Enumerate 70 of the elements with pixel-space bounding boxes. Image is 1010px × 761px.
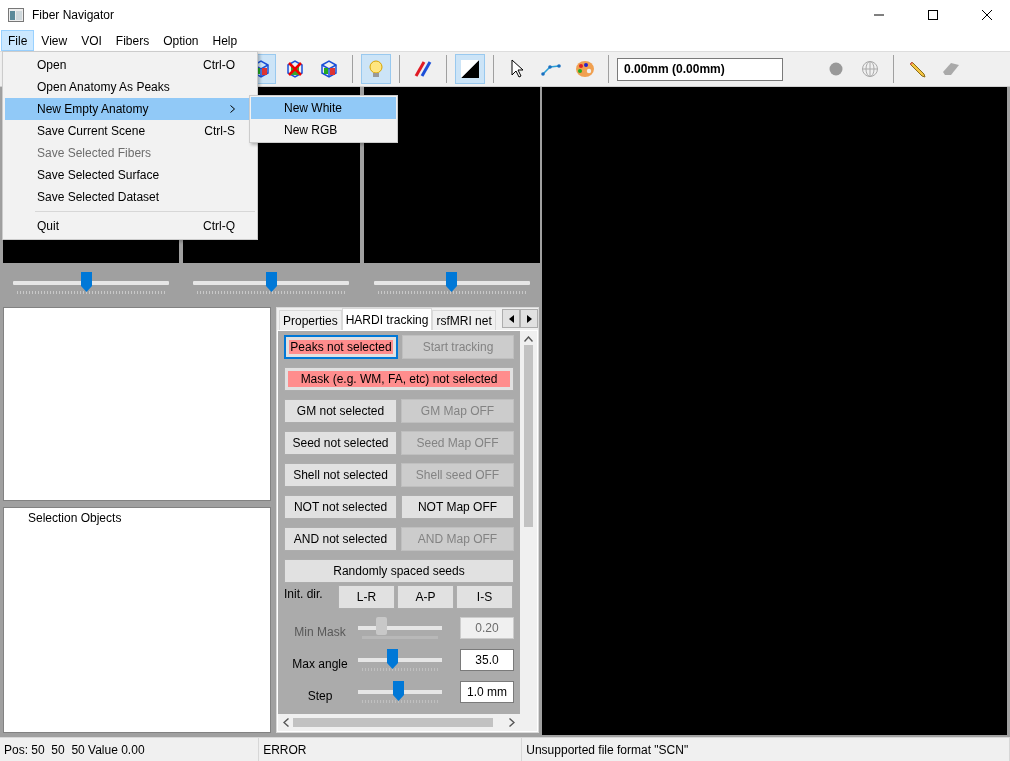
status-text: ERROR	[259, 738, 523, 761]
menu-item[interactable]: VOI	[74, 30, 109, 51]
menu-entry[interactable]: Open Ctrl-O	[5, 54, 255, 76]
cursor-icon	[510, 59, 524, 79]
init-dir-label: Init. dir.	[284, 586, 324, 603]
value-field[interactable]: 35.0	[460, 649, 514, 671]
slider-thumb[interactable]	[446, 271, 458, 292]
menu-entry[interactable]: Quit Ctrl-Q	[5, 215, 255, 237]
status-text: Unsupported file format "SCN"	[522, 738, 1010, 761]
close-icon[interactable]	[982, 10, 992, 20]
palette-icon	[575, 60, 595, 78]
slider-thumb[interactable]	[393, 680, 405, 701]
tab[interactable]: Properties	[279, 310, 342, 330]
tab[interactable]: HARDI tracking	[341, 308, 433, 330]
value-field[interactable]: 1.0 mm	[460, 681, 514, 703]
toolbar-button[interactable]	[455, 54, 485, 84]
right-arrow-icon	[526, 314, 532, 323]
light-bulb-icon	[367, 59, 385, 79]
globe-icon	[861, 60, 879, 78]
scrollbar-thumb[interactable]	[293, 718, 493, 727]
scrollbar-thumb[interactable]	[524, 345, 533, 527]
cube-icon	[319, 59, 339, 79]
slider-thumb[interactable]	[266, 271, 277, 292]
tree-item[interactable]: Selection Objects	[28, 511, 122, 526]
tracking-button[interactable]: Seed not selected	[284, 431, 397, 455]
tracking-button[interactable]: Shell not selected	[284, 463, 397, 487]
tracking-button[interactable]: NOT Map OFF	[401, 495, 514, 519]
tracking-button[interactable]: Mask (e.g. WM, FA, etc) not selected	[284, 367, 514, 391]
window-title: Fiber Navigator	[32, 8, 116, 22]
tracking-button[interactable]: NOT not selected	[284, 495, 397, 519]
menu-item[interactable]: View	[34, 30, 75, 51]
record-dot-icon	[828, 61, 844, 77]
menu-item[interactable]: Help	[205, 30, 245, 51]
pens-icon	[413, 59, 433, 79]
param-label: Min Mask	[293, 625, 347, 639]
scroll-left-icon[interactable]	[283, 718, 289, 727]
tracking-button[interactable]: Randomly spaced seeds	[284, 559, 514, 583]
contrast-icon	[460, 59, 480, 79]
slider-thumb[interactable]	[81, 271, 93, 292]
direction-button[interactable]: I-S	[456, 585, 513, 609]
tab-scroll-left-button[interactable]	[502, 309, 520, 328]
menu-entry[interactable]: New RGB	[251, 119, 396, 141]
menu-entry[interactable]: New White	[251, 97, 396, 119]
maximize-icon[interactable]	[928, 10, 938, 20]
menu-entry[interactable]: Save Selected Dataset	[5, 186, 255, 208]
menu-item[interactable]: Option	[156, 30, 206, 51]
tracking-button[interactable]: AND not selected	[284, 527, 397, 551]
menu-item[interactable]: File	[1, 30, 35, 51]
menu-item[interactable]: Fibers	[108, 30, 157, 51]
direction-button[interactable]: A-P	[397, 585, 454, 609]
polyline-icon	[541, 62, 561, 76]
cube-cross-icon	[285, 59, 305, 79]
direction-button[interactable]: L-R	[338, 585, 395, 609]
left-arrow-icon	[508, 314, 514, 323]
tab-scroll-right-button[interactable]	[520, 309, 538, 328]
tracking-button[interactable]: Peaks not selected	[284, 335, 398, 359]
app-icon	[8, 8, 24, 22]
scroll-right-icon[interactable]	[509, 718, 515, 727]
pencil-icon	[908, 60, 926, 78]
menu-entry[interactable]: Open Anatomy As Peaks	[5, 76, 255, 98]
menu-entry[interactable]: Save Selected Surface	[5, 164, 255, 186]
tab[interactable]: rsfMRI net	[432, 310, 496, 330]
slider-thumb[interactable]	[387, 648, 399, 669]
scroll-up-icon[interactable]	[524, 336, 533, 342]
status-text: Pos: 50 50 50 Value 0.00	[0, 738, 260, 761]
param-label: Max angle	[291, 657, 349, 671]
param-label: Step	[306, 689, 334, 703]
eraser-icon	[941, 61, 961, 77]
coordinate-field[interactable]: 0.00mm (0.00mm)	[617, 57, 783, 81]
tracking-button[interactable]: GM not selected	[284, 399, 397, 423]
